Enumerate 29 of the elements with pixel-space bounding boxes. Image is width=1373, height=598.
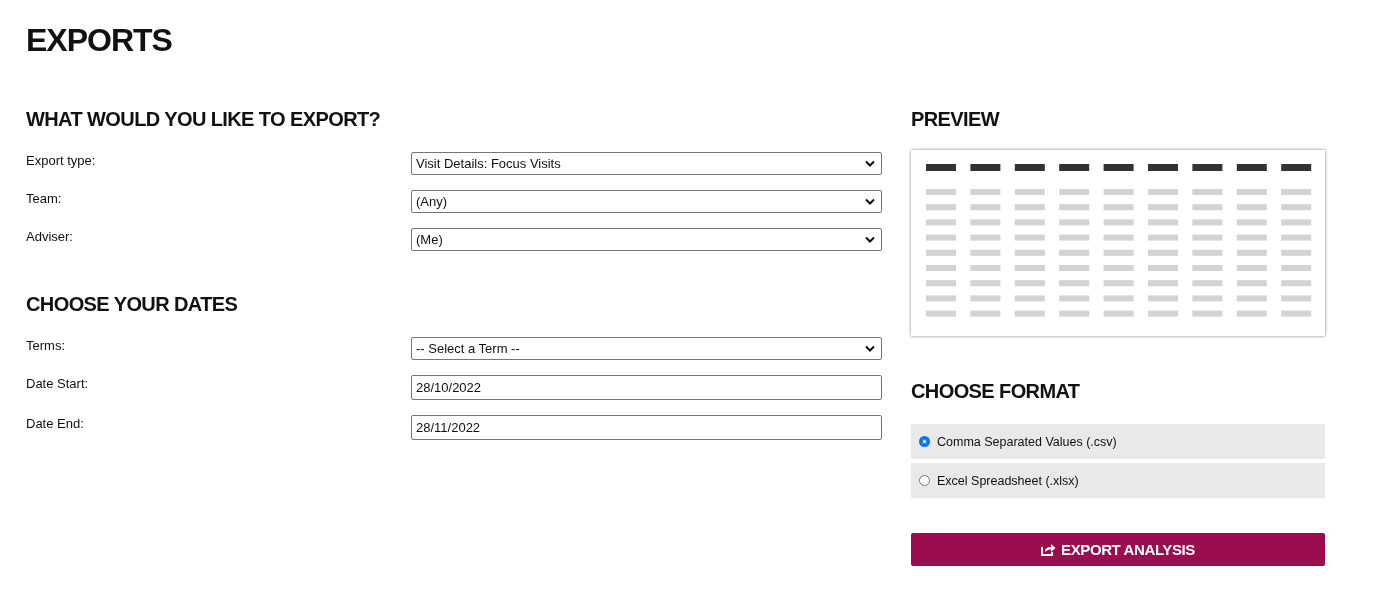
chevron-down-icon	[865, 198, 875, 205]
date-field[interactable]: 28/11/2022	[411, 415, 882, 440]
field-label: Team:	[26, 190, 63, 208]
chevron-down-icon	[865, 236, 875, 243]
option-label: Excel Spreadsheet (.xlsx)	[937, 473, 1079, 488]
section-heading: CHOOSE FORMAT	[911, 379, 1081, 404]
radio-button[interactable]	[919, 475, 930, 486]
chevron-down-icon	[865, 345, 875, 352]
field-label: Adviser:	[26, 228, 74, 246]
dropdown[interactable]: -- Select a Term --	[411, 337, 882, 360]
export-button[interactable]: EXPORT ANALYSIS	[911, 533, 1325, 566]
chevron-down-icon	[865, 160, 875, 167]
format-option[interactable]: Comma Separated Values (.csv)	[911, 424, 1325, 459]
field-label: Date Start:	[26, 375, 90, 393]
field-label: Date End:	[26, 415, 85, 433]
section-heading: CHOOSE YOUR DATES	[26, 292, 239, 317]
format-option[interactable]: Excel Spreadsheet (.xlsx)	[911, 463, 1325, 498]
dropdown[interactable]: (Any)	[411, 190, 882, 213]
section-heading: PREVIEW	[911, 107, 1001, 132]
share-icon	[1041, 543, 1057, 556]
radio-button[interactable]	[919, 436, 930, 447]
page-title: EXPORTS	[26, 21, 173, 60]
dropdown[interactable]: (Me)	[411, 228, 882, 251]
option-label: Comma Separated Values (.csv)	[937, 434, 1117, 449]
field-label: Export type:	[26, 152, 97, 170]
field-label: Terms:	[26, 337, 66, 355]
dropdown[interactable]: Visit Details: Focus Visits	[411, 152, 882, 175]
date-field[interactable]: 28/10/2022	[411, 375, 882, 400]
section-heading: WHAT WOULD YOU LIKE TO EXPORT?	[26, 107, 382, 132]
